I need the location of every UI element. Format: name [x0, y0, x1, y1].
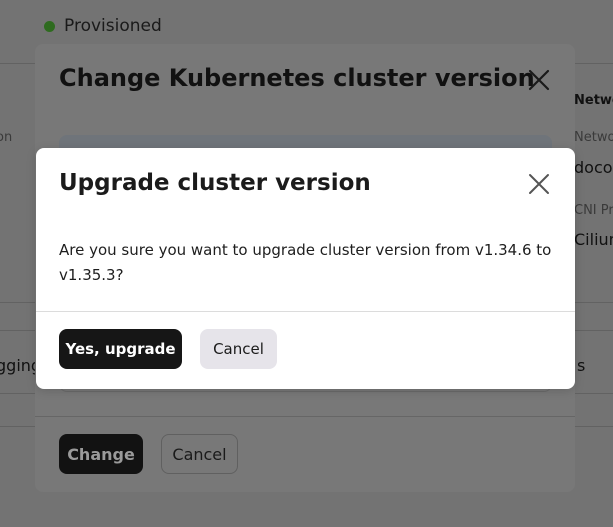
dialog-divider [36, 311, 575, 312]
status-dot-icon [44, 20, 55, 32]
close-icon[interactable] [527, 68, 551, 92]
bg-right-partial: s [577, 356, 586, 375]
upgrade-confirm-dialog: Upgrade cluster version Are you sure you… [36, 148, 575, 389]
cancel-button[interactable]: Cancel [200, 329, 277, 369]
dialog-message: Are you sure you want to upgrade cluster… [59, 241, 552, 284]
cancel-button[interactable]: Cancel [161, 434, 238, 474]
network-heading: Netwo [574, 93, 613, 108]
modal-divider [35, 416, 575, 417]
network-label: Netwo [574, 130, 613, 145]
bg-left-partial-label: on [0, 130, 13, 145]
yes-upgrade-button[interactable]: Yes, upgrade [59, 329, 182, 369]
dialog-title: Upgrade cluster version [59, 170, 371, 196]
close-icon[interactable] [527, 172, 551, 196]
network-value: docop [574, 158, 613, 177]
change-button[interactable]: Change [59, 434, 143, 474]
status-text: Provisioned [64, 16, 162, 36]
cni-value: Ciliun [574, 230, 613, 249]
modal-title: Change Kubernetes cluster version [59, 64, 535, 92]
cni-label: CNI Pr [574, 203, 613, 218]
